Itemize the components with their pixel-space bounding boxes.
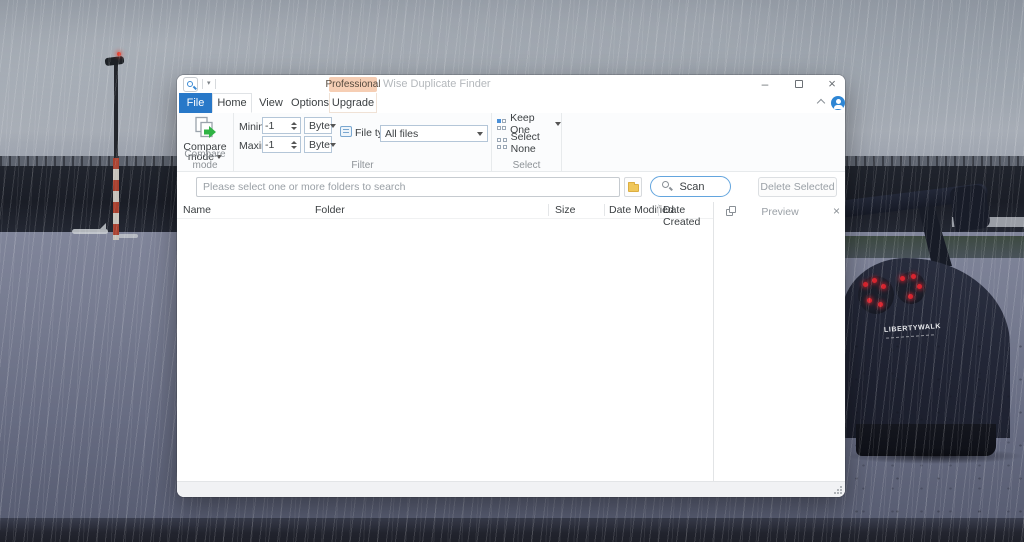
caret-down-icon [330, 124, 336, 128]
column-header-folder[interactable]: Folder [315, 204, 345, 216]
file-type-dropdown[interactable]: All files [380, 125, 488, 142]
tab-options[interactable]: Options [289, 93, 331, 113]
lamp-warning-light [117, 52, 121, 56]
column-divider[interactable] [548, 204, 549, 216]
browse-folder-button[interactable] [624, 177, 642, 197]
pavement-debris [836, 330, 1024, 515]
group-caption: Compare mode [177, 149, 233, 171]
divider [215, 79, 216, 89]
table-header: Name Folder Size Date Modified Date Crea… [177, 202, 713, 219]
select-none-button[interactable]: Select None [497, 137, 561, 149]
column-header-size[interactable]: Size [555, 204, 575, 216]
resize-grip[interactable] [834, 486, 842, 494]
search-icon [662, 181, 673, 192]
column-divider[interactable] [658, 204, 659, 216]
quick-access-toolbar: ▾ [183, 76, 216, 92]
maximum-input[interactable] [265, 137, 289, 152]
group-caption: Filter [234, 160, 491, 171]
column-header-date-created[interactable]: Date Created [663, 204, 713, 228]
keep-one-icon [497, 119, 506, 130]
ribbon-tabs: File Home View Options Upgrade [177, 93, 845, 113]
caret-down-icon [555, 122, 561, 126]
column-divider[interactable] [604, 204, 605, 216]
maximum-unit-dropdown[interactable]: Byte [304, 136, 332, 153]
preview-panel: Preview × [713, 202, 845, 481]
divider [202, 79, 203, 89]
lamp-post-stripes [113, 158, 119, 240]
status-bar [177, 481, 845, 497]
tab-upgrade[interactable]: Upgrade [329, 93, 377, 113]
folder-icon [628, 184, 639, 192]
column-header-name[interactable]: Name [183, 204, 211, 216]
distant-airplane-2 [118, 234, 138, 238]
account-icon[interactable] [831, 96, 845, 110]
maximum-spinner[interactable] [262, 136, 301, 153]
quick-access-caret-icon[interactable]: ▾ [207, 79, 211, 89]
folder-search-input[interactable] [196, 177, 620, 197]
car-taillight-left [858, 276, 894, 314]
dark-foreground [0, 518, 1024, 542]
compare-mode-icon[interactable] [192, 116, 219, 142]
app-icon[interactable] [183, 77, 198, 92]
spinner-arrows[interactable] [288, 138, 299, 151]
minimum-spinner[interactable] [262, 117, 301, 134]
wise-duplicate-finder-window: ▾ Professional Wise Duplicate Finder – ×… [177, 75, 845, 497]
preview-title: Preview [714, 206, 845, 218]
lamp-post [114, 62, 118, 158]
titlebar: ▾ Professional Wise Duplicate Finder – × [177, 75, 845, 93]
compare-mode-group: Compare mode Compare mode [177, 113, 234, 172]
collapse-ribbon-chevron-icon[interactable] [818, 100, 825, 107]
car-taillight-right [896, 272, 926, 304]
caret-down-icon [330, 143, 336, 147]
scan-button[interactable]: Scan [650, 176, 731, 197]
results-area: Name Folder Size Date Modified Date Crea… [177, 202, 845, 481]
group-caption: Select [492, 160, 561, 171]
filter-group: Minimum Byte Maximum Byte File type All … [234, 113, 492, 172]
tab-view[interactable]: View [255, 93, 287, 113]
magnifier-handle [193, 85, 197, 89]
car-wing-endplate [949, 184, 991, 233]
close-preview-icon[interactable]: × [833, 204, 840, 218]
search-toolbar: Scan Delete Selected [177, 172, 845, 202]
tab-home[interactable]: Home [212, 93, 252, 113]
tab-file[interactable]: File [179, 93, 212, 113]
file-type-icon [340, 126, 352, 137]
professional-badge: Professional [329, 77, 377, 92]
select-none-icon [497, 138, 507, 149]
caret-down-icon [477, 132, 483, 136]
minimum-unit-dropdown[interactable]: Byte [304, 117, 332, 134]
minimize-button[interactable]: – [756, 75, 774, 92]
preview-header: Preview × [714, 202, 845, 222]
close-button[interactable]: × [823, 75, 841, 92]
delete-selected-button[interactable]: Delete Selected [758, 177, 837, 197]
maximize-icon [795, 80, 803, 88]
window-title: Wise Duplicate Finder [383, 78, 491, 90]
minimum-input[interactable] [265, 118, 289, 133]
spinner-arrows[interactable] [288, 119, 299, 132]
select-group: Keep One Select None Select [492, 113, 562, 172]
ribbon: Compare mode Compare mode Minimum Byte M… [177, 113, 845, 172]
distant-airplane [72, 229, 108, 234]
keep-one-button[interactable]: Keep One [497, 118, 561, 130]
maximize-button[interactable] [790, 75, 808, 92]
magnifier-lens [187, 81, 193, 87]
